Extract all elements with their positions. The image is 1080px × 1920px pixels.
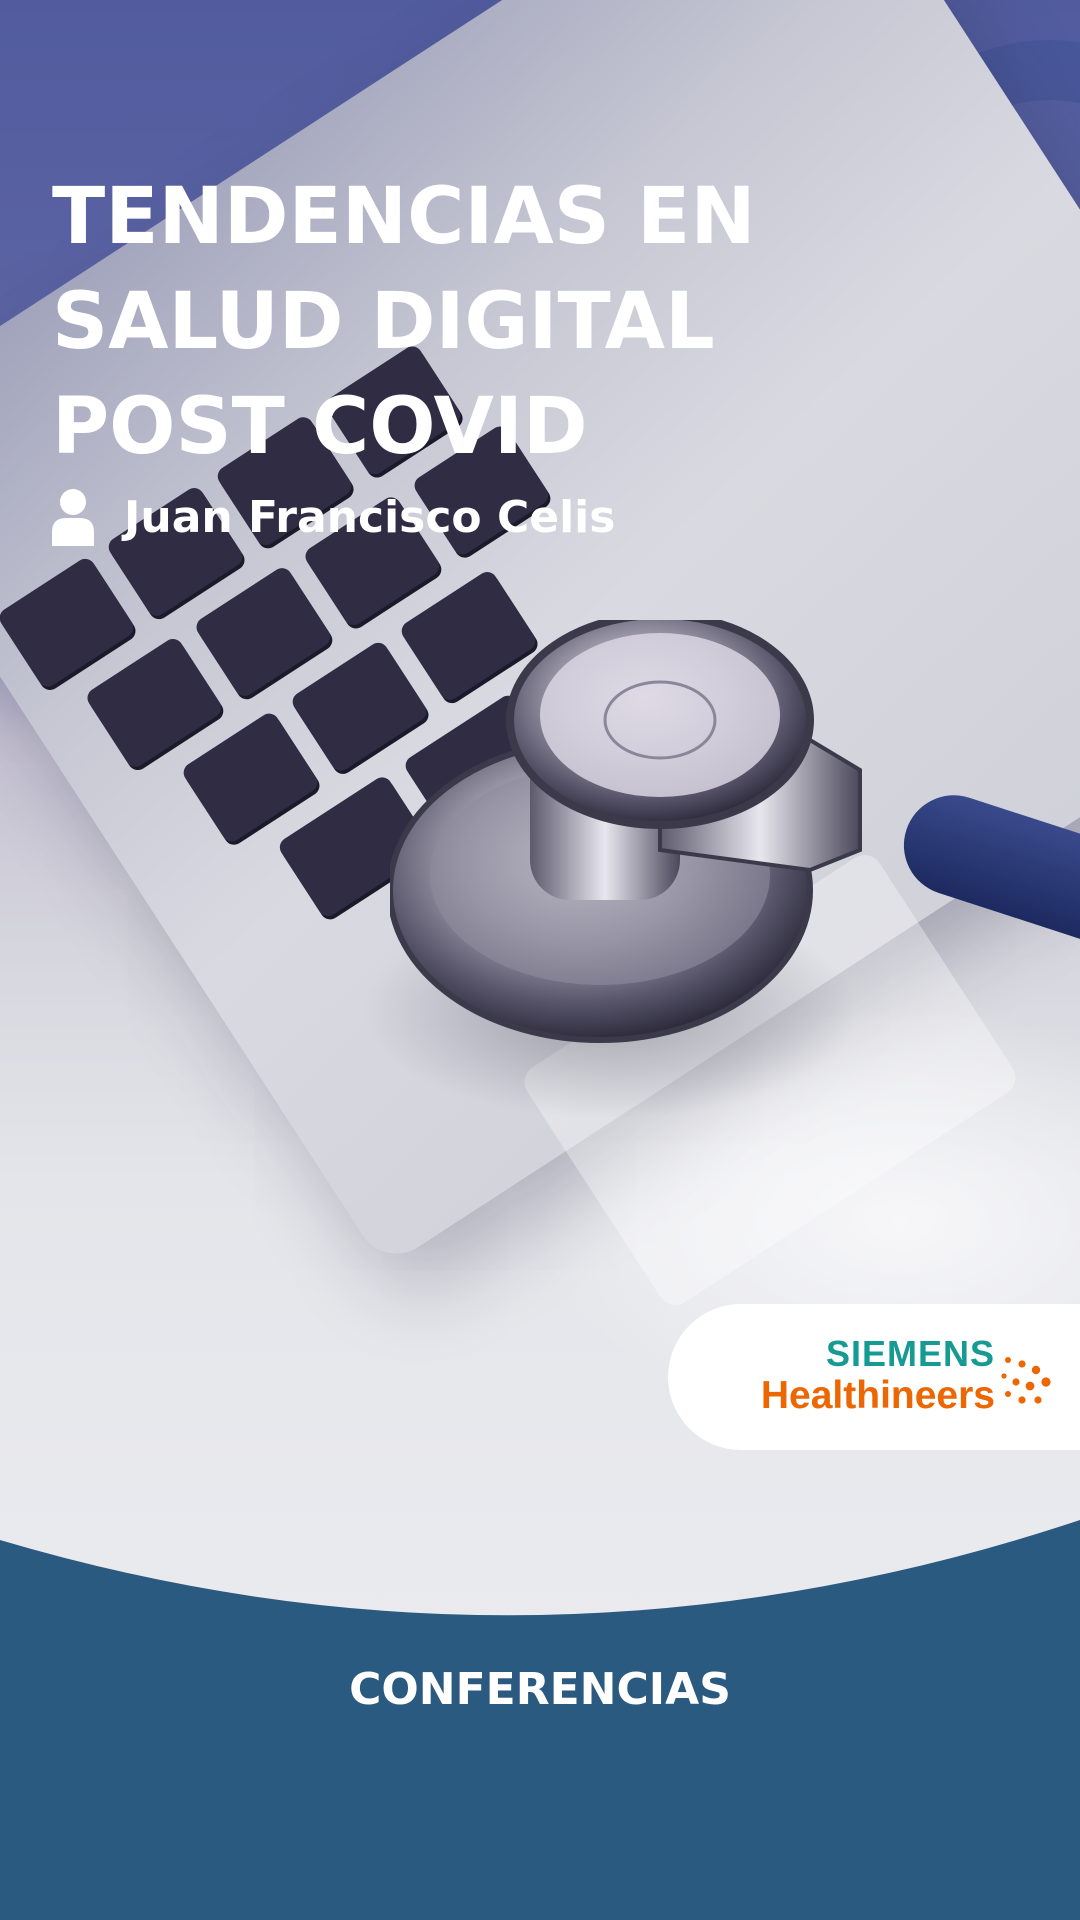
logo-text: SIEMENS Healthineers xyxy=(761,1334,995,1418)
stethoscope-icon xyxy=(390,620,862,1043)
logo-siemens: SIEMENS xyxy=(825,1333,995,1374)
person-icon xyxy=(52,489,94,546)
footer-label: CONFERENCIAS xyxy=(349,1664,731,1715)
logo-healthineers: Healthineers xyxy=(760,1374,995,1417)
siemens-healthineers-logo: SIEMENS Healthineers xyxy=(668,1304,1080,1450)
author: Juan Francisco Celis xyxy=(52,488,615,546)
page-title: TENDENCIAS EN SALUD DIGITAL POST COVID xyxy=(52,172,756,472)
logo-dots-icon xyxy=(1001,1357,1051,1404)
author-name: Juan Francisco Celis xyxy=(124,491,616,543)
